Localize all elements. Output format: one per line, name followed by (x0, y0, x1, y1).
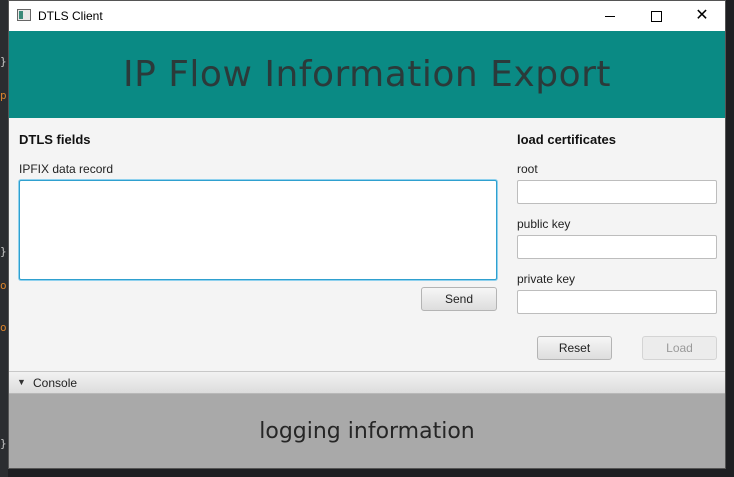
maximize-icon (650, 10, 662, 22)
public-key-input[interactable] (517, 235, 717, 259)
gutter-glyph: } (0, 245, 7, 258)
ipfix-record-textarea[interactable] (19, 180, 497, 280)
send-button[interactable]: Send (421, 287, 497, 311)
load-certificates-heading: load certificates (517, 132, 616, 147)
gutter-glyph: o (0, 321, 7, 334)
gutter-glyph: o (0, 279, 7, 292)
title-bar[interactable]: DTLS Client ✕ (9, 1, 725, 31)
page-title: IP Flow Information Export (122, 54, 612, 95)
gutter-glyph: } (0, 437, 7, 450)
console-label: Console (33, 376, 78, 390)
app-icon (17, 9, 31, 21)
minimize-button[interactable] (587, 1, 633, 31)
chevron-down-icon: ▼ (17, 377, 26, 387)
load-button[interactable]: Load (642, 336, 717, 360)
close-button[interactable]: ✕ (679, 1, 725, 31)
root-input[interactable] (517, 180, 717, 204)
dtls-fields-heading: DTLS fields (19, 132, 91, 147)
app-window: DTLS Client ✕ IP Flow Information Export… (8, 0, 726, 469)
private-key-input[interactable] (517, 290, 717, 314)
close-icon: ✕ (695, 7, 709, 24)
ipfix-record-label: IPFIX data record (19, 162, 114, 176)
gutter-glyph: } (0, 55, 7, 68)
root-label: root (517, 162, 538, 176)
maximize-button[interactable] (633, 1, 679, 31)
background-editor-gutter: } p } o o } (0, 0, 8, 477)
window-title: DTLS Client (38, 9, 103, 23)
reset-button[interactable]: Reset (537, 336, 612, 360)
console-panel: logging information (9, 394, 725, 468)
header-banner: IP Flow Information Export (9, 31, 725, 118)
public-key-label: public key (517, 217, 571, 231)
minimize-icon (605, 15, 615, 17)
private-key-label: private key (517, 272, 576, 286)
gutter-glyph: p (0, 89, 7, 102)
console-log-text: logging information (259, 418, 475, 444)
console-toggle[interactable]: ▼ Console (9, 371, 725, 394)
